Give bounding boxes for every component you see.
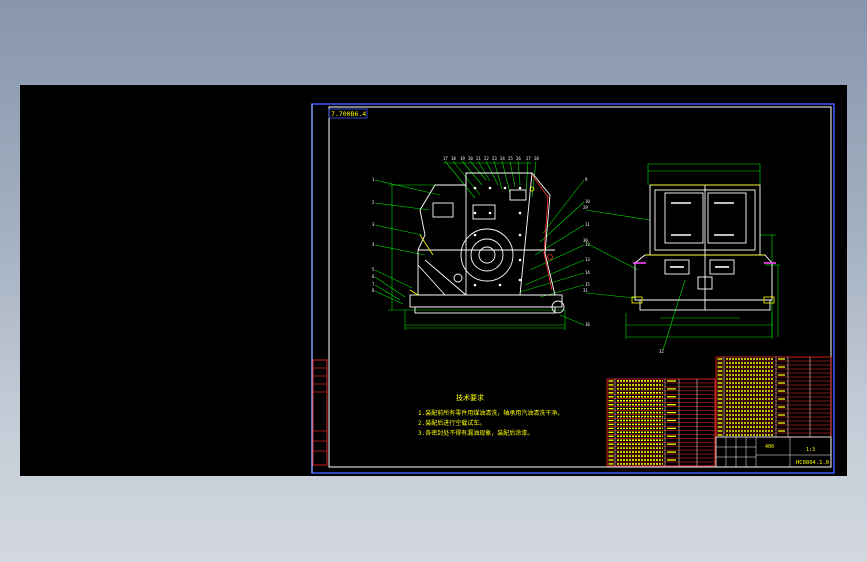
svg-text:14: 14 [585, 270, 590, 275]
svg-text:8: 8 [372, 288, 375, 293]
parts-list-left[interactable] [606, 378, 716, 467]
svg-text:25: 25 [508, 156, 513, 161]
svg-text:4: 4 [372, 242, 375, 247]
svg-text:2: 2 [372, 200, 375, 205]
technical-requirements: 技术要求 1.装配前所有零件用煤油清洗，轴承用汽油清洗干净。 2.装配后进行空载… [418, 393, 563, 437]
svg-text:30: 30 [583, 238, 588, 243]
svg-text:21: 21 [476, 156, 481, 161]
technical-requirements-heading: 技术要求 [456, 393, 484, 402]
svg-text:31: 31 [583, 288, 588, 293]
svg-text:19: 19 [460, 156, 465, 161]
corner-tag-text: 7.700B6.4 [331, 110, 366, 118]
svg-text:29: 29 [583, 205, 588, 210]
svg-text:6: 6 [372, 274, 375, 279]
side-view[interactable]: 29 30 31 32 [583, 163, 780, 354]
svg-text:3: 3 [372, 222, 375, 227]
svg-text:9: 9 [585, 177, 588, 182]
cad-drawing-canvas[interactable]: 7.700B6.4 123 456 78 91011 121314 1516 1… [20, 85, 847, 476]
svg-text:32: 32 [659, 349, 664, 354]
svg-text:26: 26 [516, 156, 521, 161]
svg-text:5: 5 [372, 267, 375, 272]
corner-tag: 7.700B6.4 [328, 108, 368, 119]
parts-list-right[interactable] [715, 356, 832, 438]
svg-text:15: 15 [585, 282, 590, 287]
svg-text:16: 16 [585, 322, 590, 327]
svg-text:24: 24 [500, 156, 505, 161]
svg-text:13: 13 [585, 257, 590, 262]
drawing-number: HC0804.1.0 [796, 460, 829, 466]
svg-text:18: 18 [451, 156, 456, 161]
title-block-scale: 1:3 [806, 447, 815, 453]
requirement-line-2: 2.装配后进行空载试车。 [418, 419, 485, 427]
svg-text:28: 28 [534, 156, 539, 161]
svg-text:11: 11 [585, 222, 590, 227]
drawing-frame [311, 103, 835, 474]
svg-text:17: 17 [443, 156, 448, 161]
svg-text:27: 27 [526, 156, 531, 161]
front-view[interactable]: 123 456 78 91011 121314 1516 17 18 19 20 21… [372, 156, 590, 330]
svg-text:1: 1 [372, 177, 375, 182]
svg-text:23: 23 [492, 156, 497, 161]
title-block-code: 400 [765, 444, 774, 450]
svg-text:22: 22 [484, 156, 489, 161]
svg-text:10: 10 [585, 199, 590, 204]
svg-text:20: 20 [468, 156, 473, 161]
requirement-line-1: 1.装配前所有零件用煤油清洗，轴承用汽油清洗干净。 [418, 409, 563, 417]
svg-text:7: 7 [372, 282, 375, 287]
cad-model-space[interactable]: 7.700B6.4 1 2 3 4 5 6 7 8 9 10 11 12 13 … [20, 85, 847, 476]
requirement-line-3: 3.各密封处不得有漏油现象，装配后涂漆。 [418, 429, 533, 437]
title-block[interactable]: 400 1:3 HC0804.1.0 [715, 436, 832, 468]
